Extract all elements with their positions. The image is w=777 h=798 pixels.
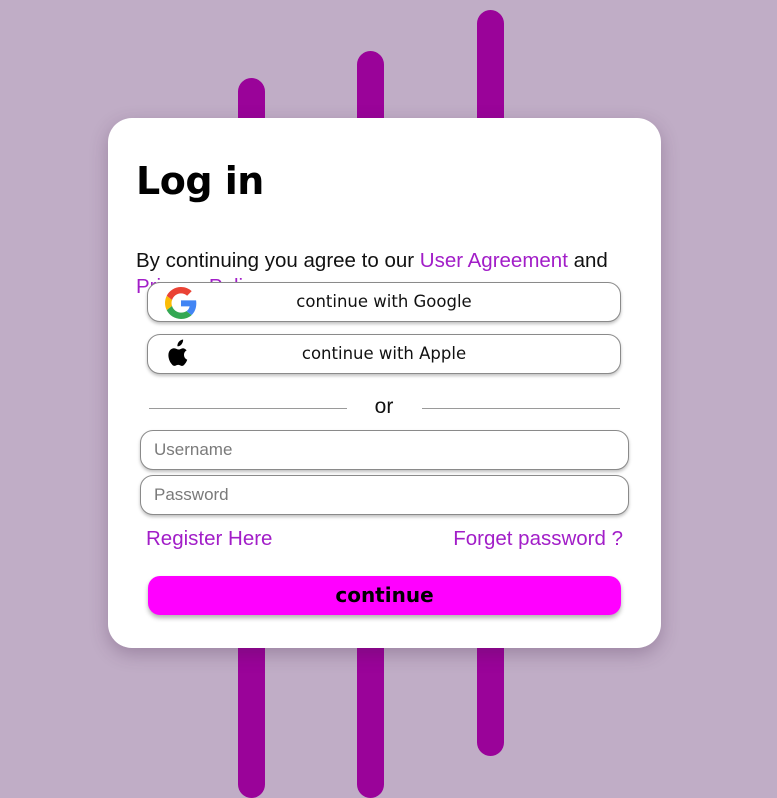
login-card: Log in By continuing you agree to our Us… bbox=[108, 118, 661, 648]
divider-line-right bbox=[422, 408, 620, 409]
google-button-label: continue with Google bbox=[296, 292, 472, 311]
continue-with-google-button[interactable]: continue with Google bbox=[147, 282, 621, 322]
divider-or-text: or bbox=[374, 395, 394, 418]
page-title: Log in bbox=[136, 159, 264, 203]
user-agreement-link[interactable]: User Agreement bbox=[420, 249, 568, 272]
password-input[interactable] bbox=[140, 475, 629, 515]
continue-button[interactable]: continue bbox=[148, 576, 621, 615]
register-link[interactable]: Register Here bbox=[146, 527, 272, 551]
continue-with-apple-button[interactable]: continue with Apple bbox=[147, 334, 621, 374]
forget-password-link[interactable]: Forget password ? bbox=[453, 527, 623, 551]
agreement-prefix: By continuing you agree to our bbox=[136, 248, 420, 272]
username-input[interactable] bbox=[140, 430, 629, 470]
divider-line-left bbox=[149, 408, 347, 409]
agreement-middle: and bbox=[567, 248, 608, 272]
apple-button-label: continue with Apple bbox=[301, 344, 467, 363]
